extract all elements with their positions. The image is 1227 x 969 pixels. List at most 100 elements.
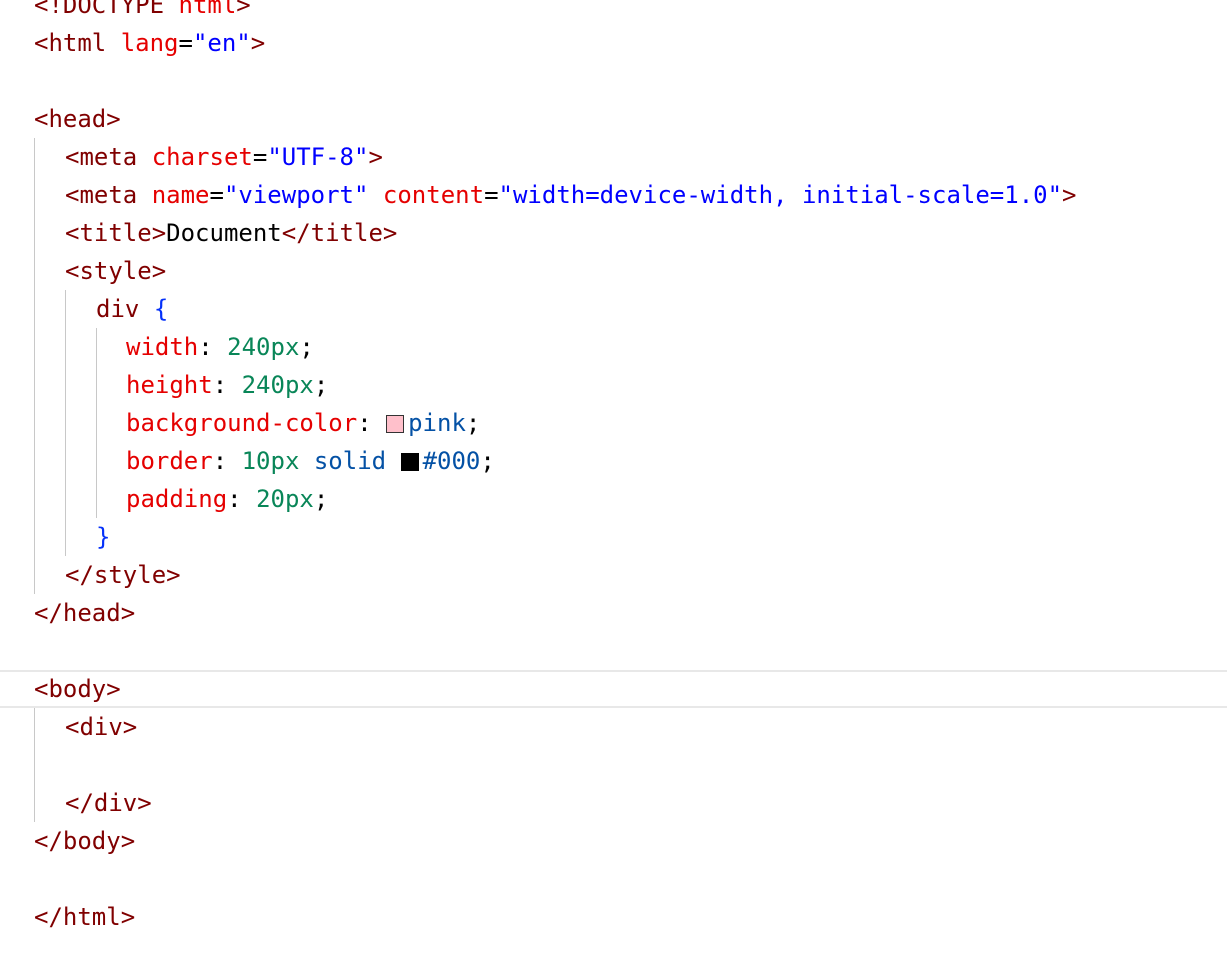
color-swatch-black[interactable]: [400, 453, 419, 471]
code-line-doctype[interactable]: <!DOCTYPE html>: [0, 0, 1227, 24]
brace-open-token: {: [153, 295, 169, 323]
indent-guide: [96, 404, 97, 442]
css-property-token: border: [126, 447, 213, 475]
content-attr-token: content: [382, 181, 485, 209]
lang-attr-token: lang: [120, 29, 179, 57]
code-line-empty[interactable]: [0, 746, 1227, 784]
code-line-head-open[interactable]: <head>: [0, 100, 1227, 138]
doctype-html-token: html: [178, 0, 237, 19]
html-close-token: </html>: [34, 903, 136, 931]
brace-close-token: }: [96, 523, 111, 551]
code-line-prop-border[interactable]: border: 10px solid #000;: [0, 442, 1227, 480]
indent-guide: [34, 138, 35, 176]
content-value-token: "width=device-width, initial-scale=1.0": [498, 181, 1063, 209]
code-line-prop-background[interactable]: background-color: pink;: [0, 404, 1227, 442]
semicolon-token: ;: [313, 371, 329, 399]
name-value-token: "viewport": [223, 181, 369, 209]
indent-guide: [34, 214, 35, 252]
code-line-selector[interactable]: div {: [0, 290, 1227, 328]
equals-token: =: [209, 181, 224, 209]
code-line-empty[interactable]: [0, 62, 1227, 100]
head-close-token: </head>: [34, 599, 136, 627]
div-open-token: <div>: [65, 713, 138, 741]
indent-guide: [96, 442, 97, 480]
title-open-token: <title>: [65, 219, 167, 247]
code-line-div-open[interactable]: <div>: [0, 708, 1227, 746]
head-open-token: <head>: [34, 105, 121, 133]
colon-token: :: [212, 447, 242, 475]
code-editor[interactable]: <!DOCTYPE html> <html lang="en"> <head> …: [0, 0, 1227, 936]
style-open-token: <style>: [65, 257, 167, 285]
css-property-token: background-color: [126, 409, 358, 437]
code-line-style-open[interactable]: <style>: [0, 252, 1227, 290]
indent-guide: [34, 328, 35, 366]
indent-guide: [65, 290, 66, 328]
indent-guide: [34, 290, 35, 328]
color-swatch-pink[interactable]: [386, 415, 405, 433]
name-attr-token: name: [151, 181, 210, 209]
indent-guide: [34, 556, 35, 594]
indent-guide: [96, 366, 97, 404]
code-line-empty[interactable]: [0, 632, 1227, 670]
indent-guide: [34, 442, 35, 480]
css-value-token: pink: [408, 409, 466, 437]
charset-attr-token: charset: [151, 143, 253, 171]
code-line-meta-viewport[interactable]: <meta name="viewport" content="width=dev…: [0, 176, 1227, 214]
meta-open-token: <meta: [65, 143, 138, 171]
meta-open-token: <meta: [65, 181, 138, 209]
colon-token: :: [198, 333, 228, 361]
body-open-token: <body>: [34, 675, 121, 703]
html-open-token: <html: [34, 29, 107, 57]
semicolon-token: ;: [299, 333, 314, 361]
semicolon-token: ;: [465, 409, 481, 437]
doctype-token: <!DOCTYPE: [34, 0, 165, 19]
indent-guide: [65, 366, 66, 404]
doctype-end-token: >: [236, 0, 251, 19]
meta-end-token: >: [1062, 181, 1077, 209]
css-value-token: 240px: [227, 333, 300, 361]
indent-guide: [65, 518, 66, 556]
indent-guide: [65, 328, 66, 366]
meta-end-token: >: [368, 143, 383, 171]
title-close-token: </title>: [281, 219, 398, 247]
semicolon-token: ;: [313, 485, 329, 513]
indent-guide: [96, 480, 97, 518]
html-open-end-token: >: [250, 29, 266, 57]
indent-guide: [96, 328, 97, 366]
code-line-brace-close[interactable]: }: [0, 518, 1227, 556]
css-property-token: width: [126, 333, 199, 361]
css-selector-token: div: [96, 295, 140, 323]
indent-guide: [34, 366, 35, 404]
colon-token: :: [212, 371, 242, 399]
code-line-title[interactable]: <title>Document</title>: [0, 214, 1227, 252]
title-text-token: Document: [166, 219, 282, 247]
code-line-prop-width[interactable]: width: 240px;: [0, 328, 1227, 366]
code-line-html-open[interactable]: <html lang="en">: [0, 24, 1227, 62]
css-value-token: 20px: [256, 485, 314, 513]
colon-token: :: [227, 485, 257, 513]
style-close-token: </style>: [65, 561, 181, 589]
code-line-prop-height[interactable]: height: 240px;: [0, 366, 1227, 404]
css-property-token: height: [126, 371, 213, 399]
css-property-token: padding: [126, 485, 228, 513]
indent-guide: [34, 404, 35, 442]
indent-guide: [34, 518, 35, 556]
code-line-body-close[interactable]: </body>: [0, 822, 1227, 860]
code-line-html-close[interactable]: </html>: [0, 898, 1227, 936]
css-value-token: solid: [313, 447, 387, 475]
indent-guide: [34, 784, 35, 822]
body-close-token: </body>: [34, 827, 136, 855]
code-line-div-close[interactable]: </div>: [0, 784, 1227, 822]
code-line-head-close[interactable]: </head>: [0, 594, 1227, 632]
div-close-token: </div>: [65, 789, 152, 817]
indent-guide: [65, 480, 66, 518]
code-line-body-open[interactable]: <body>: [0, 670, 1227, 708]
code-line-empty[interactable]: [0, 860, 1227, 898]
code-line-prop-padding[interactable]: padding: 20px;: [0, 480, 1227, 518]
indent-guide: [34, 176, 35, 214]
css-value-token: #000: [422, 447, 481, 475]
code-line-meta-charset[interactable]: <meta charset="UTF-8">: [0, 138, 1227, 176]
css-value-token: 10px: [241, 447, 300, 475]
code-line-style-close[interactable]: </style>: [0, 556, 1227, 594]
semicolon-token: ;: [480, 447, 495, 475]
